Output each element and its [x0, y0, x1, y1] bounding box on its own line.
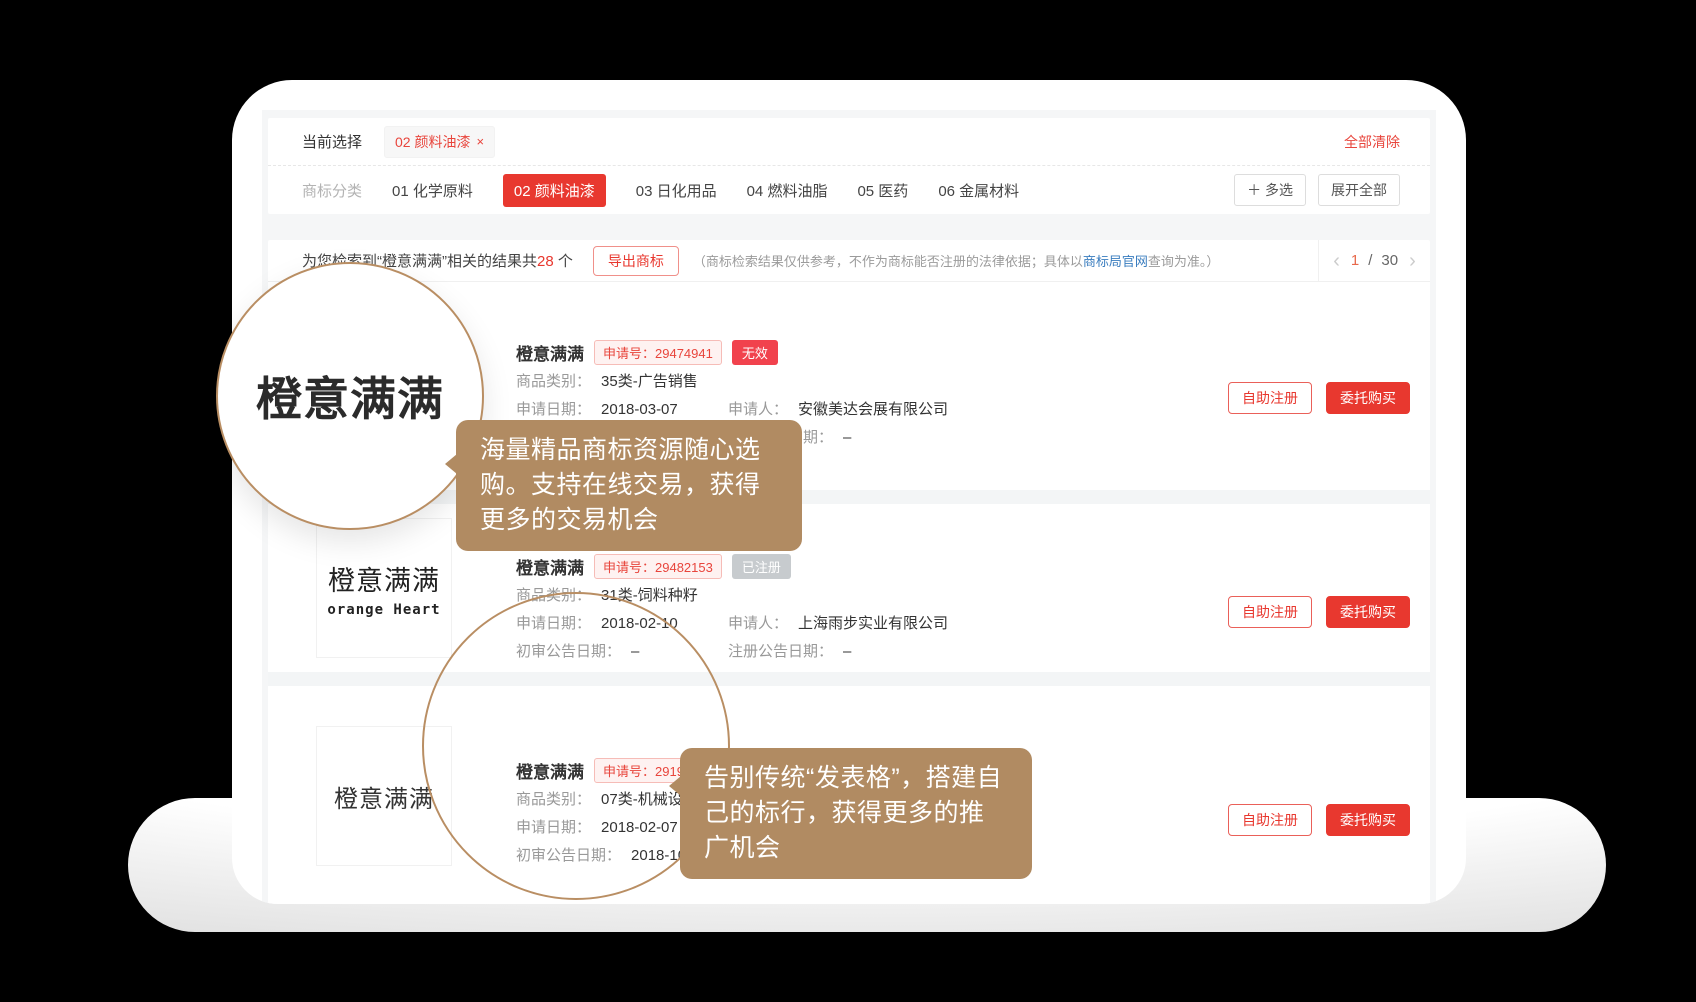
reg-publication-label: 注册公告日期：	[728, 642, 833, 662]
category-item-01[interactable]: 01 化学原料	[392, 180, 473, 201]
trademark-name[interactable]: 橙意满满	[516, 340, 584, 365]
category-value: 35类-广告销售	[601, 372, 698, 392]
entrust-buy-button[interactable]: 委托购买	[1326, 596, 1410, 628]
result-row-2: 橙意满满 orange Heart 橙意满满 申请号：29482153 已注册 …	[268, 504, 1430, 672]
thumbnail-subtext: orange Heart	[327, 602, 440, 618]
category-row-label: 商标分类	[302, 180, 362, 201]
selected-filter-tag[interactable]: 02 颜料油漆 ×	[384, 126, 495, 158]
category-item-04[interactable]: 04 燃料油脂	[747, 180, 828, 201]
category-label: 商品类别：	[516, 372, 591, 392]
application-no-value: 29474941	[655, 346, 713, 361]
apply-date-label: 申请日期：	[516, 400, 591, 420]
trademark-thumbnail-2: 橙意满满 orange Heart	[316, 518, 452, 658]
category-item-02-selected[interactable]: 02 颜料油漆	[503, 174, 606, 207]
entrust-buy-button[interactable]: 委托购买	[1326, 382, 1410, 414]
self-register-button[interactable]: 自助注册	[1228, 382, 1312, 414]
applicant-value: 上海雨步实业有限公司	[798, 614, 948, 634]
next-page-icon[interactable]: ›	[1407, 251, 1418, 271]
row-1-title-line: 橙意满满 申请号：29474941 无效	[516, 340, 1130, 364]
category-row: 商标分类 01 化学原料 02 颜料油漆 03 日化用品 04 燃料油脂 05 …	[268, 166, 1430, 214]
row-1-actions: 自助注册 委托购买	[1228, 382, 1410, 414]
self-register-button[interactable]: 自助注册	[1228, 804, 1312, 836]
application-no-tag: 申请号：29482153	[594, 554, 722, 579]
category-item-03[interactable]: 03 日化用品	[636, 180, 717, 201]
total-pages: 30	[1381, 252, 1398, 269]
application-no-label: 申请号：	[603, 560, 655, 575]
prev-page-icon[interactable]: ‹	[1331, 251, 1342, 271]
status-badge: 已注册	[732, 554, 791, 579]
category-item-05[interactable]: 05 医药	[857, 180, 908, 201]
results-count-suffix: 个	[554, 253, 573, 270]
category-item-06[interactable]: 06 金属材料	[938, 180, 1019, 201]
expand-all-button[interactable]: 展开全部	[1318, 174, 1400, 206]
multi-select-button[interactable]: ＋ 多选	[1234, 174, 1306, 206]
current-selection-row: 当前选择 02 颜料油漆 × 全部清除	[268, 118, 1430, 166]
results-header: 为您检索到“橙意满满”相关的结果共28 个 导出商标 （商标检索结果仅供参考，不…	[268, 240, 1430, 282]
application-no-tag: 申请号：29474941	[594, 340, 722, 365]
page-divider: /	[1368, 252, 1372, 269]
filter-buttons: ＋ 多选 展开全部	[1234, 174, 1400, 206]
application-no-label: 申请号：	[603, 346, 655, 361]
magnifier-circle-1: 橙意满满	[216, 262, 484, 530]
field-line: 商品类别： 35类-广告销售	[516, 372, 1130, 392]
current-page: 1	[1351, 252, 1359, 269]
row-3-actions: 自助注册 委托购买	[1228, 804, 1410, 836]
filter-panel: 当前选择 02 颜料油漆 × 全部清除 商标分类 01 化学原料 02 颜料油漆…	[268, 118, 1430, 214]
apply-date-value: 2018-03-07	[601, 400, 678, 420]
trademark-office-link[interactable]: 商标局官网	[1083, 254, 1148, 269]
status-badge: 无效	[732, 340, 778, 365]
thumbnail-text: 橙意满满	[328, 559, 440, 598]
remove-filter-icon[interactable]: ×	[476, 134, 484, 149]
results-disclaimer: （商标检索结果仅供参考，不作为商标能否注册的法律依据；具体以商标局官网查询为准。…	[693, 251, 1220, 270]
export-trademarks-button[interactable]: 导出商标	[593, 246, 679, 276]
self-register-button[interactable]: 自助注册	[1228, 596, 1312, 628]
magnified-trademark-text: 橙意满满	[256, 363, 444, 429]
row-2-title-line: 橙意满满 申请号：29482153 已注册	[516, 554, 1130, 578]
entrust-buy-button[interactable]: 委托购买	[1326, 804, 1410, 836]
application-no-value: 29482153	[655, 560, 713, 575]
pagination: ‹ 1 / 30 ›	[1318, 240, 1430, 282]
applicant-value: 安徽美达会展有限公司	[798, 400, 948, 420]
current-selection-label: 当前选择	[302, 131, 362, 152]
reg-publication-value: –	[843, 428, 851, 448]
callout-tooltip-promotion: 告别传统“发表格”，搭建自己的标行，获得更多的推广机会	[680, 748, 1032, 879]
applicant-label: 申请人：	[728, 614, 788, 634]
reg-publication-value: –	[843, 642, 851, 662]
trademark-name[interactable]: 橙意满满	[516, 554, 584, 579]
disclaimer-text-post: 查询为准。）	[1148, 254, 1220, 269]
category-list: 01 化学原料 02 颜料油漆 03 日化用品 04 燃料油脂 05 医药 06…	[392, 174, 1019, 207]
screen: 当前选择 02 颜料油漆 × 全部清除 商标分类 01 化学原料 02 颜料油漆…	[0, 0, 1696, 1002]
clear-all-button[interactable]: 全部清除	[1344, 132, 1400, 152]
selected-filter-tag-text: 02 颜料油漆	[395, 132, 470, 152]
callout-tooltip-marketplace: 海量精品商标资源随心选购。支持在线交易，获得更多的交易机会	[456, 420, 802, 551]
applicant-label: 申请人：	[728, 400, 788, 420]
results-count: 28	[537, 253, 554, 270]
field-line: 申请日期： 2018-03-07 申请人： 安徽美达会展有限公司	[516, 400, 1130, 420]
row-2-actions: 自助注册 委托购买	[1228, 596, 1410, 628]
disclaimer-text-pre: （商标检索结果仅供参考，不作为商标能否注册的法律依据；具体以	[693, 254, 1083, 269]
thumbnail-text: 橙意满满	[334, 779, 434, 814]
